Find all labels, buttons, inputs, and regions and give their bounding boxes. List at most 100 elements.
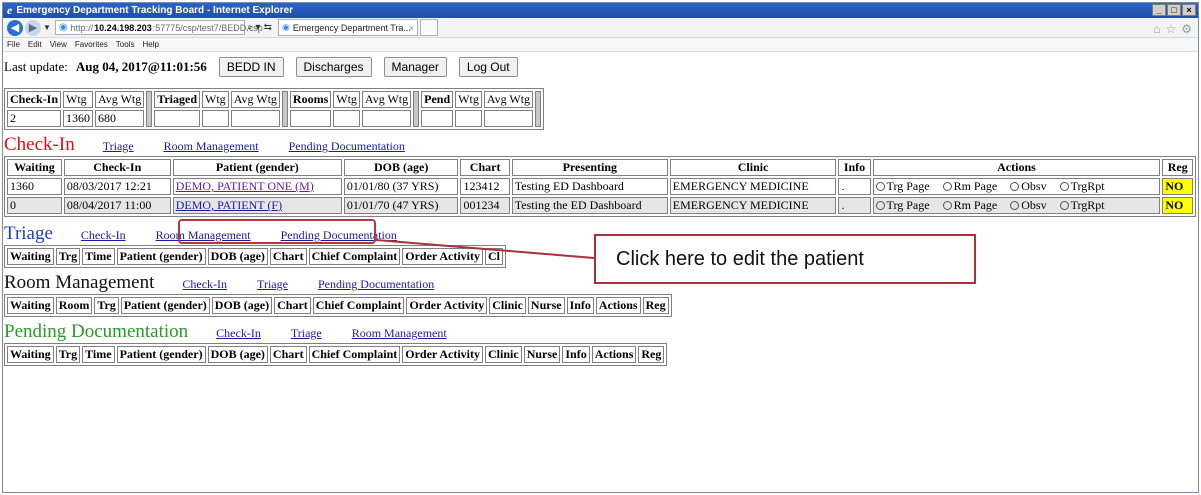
- column-header: Waiting: [7, 297, 54, 314]
- action-rm-page[interactable]: Rm Page: [942, 198, 1003, 212]
- patient-cell: DEMO, PATIENT ONE (M): [172, 178, 342, 195]
- column-header: Trg: [55, 248, 81, 265]
- column-header: Chief Complaint: [308, 346, 401, 363]
- link-triage[interactable]: Triage: [291, 326, 322, 341]
- favorites-star-icon[interactable]: ☆: [1165, 22, 1176, 37]
- pending-section-header: Pending Documentation Check-In Triage Ro…: [4, 321, 1194, 343]
- summary-cell: [202, 110, 229, 127]
- summary-divider: [146, 91, 153, 127]
- column-header: Actions: [591, 346, 637, 363]
- history-dropdown-icon[interactable]: ▼: [43, 23, 51, 32]
- column-header: Order Activity: [402, 346, 484, 363]
- window-title: Emergency Department Tracking Board - In…: [16, 5, 294, 16]
- forward-icon[interactable]: ▶: [25, 19, 41, 36]
- column-header: Check-In: [63, 159, 171, 176]
- discharges-button[interactable]: Discharges: [295, 57, 372, 77]
- link-check-in[interactable]: Check-In: [216, 326, 261, 341]
- summary-header: Avg Wtg: [361, 91, 412, 108]
- menu-help[interactable]: Help: [142, 40, 158, 49]
- last-update-label: Last update:: [4, 59, 68, 74]
- menu-file[interactable]: File: [7, 40, 20, 49]
- browser-tab[interactable]: ◉ Emergency Department Tra... ×: [277, 19, 418, 36]
- clinic-cell: EMERGENCY MEDICINE: [669, 197, 837, 214]
- link-check-in[interactable]: Check-In: [81, 228, 126, 243]
- summary-header: Pend: [421, 91, 454, 108]
- column-header: Time: [82, 248, 115, 265]
- summary-divider: [413, 91, 420, 127]
- action-trgrpt[interactable]: TrgRpt: [1059, 179, 1110, 193]
- minimize-icon[interactable]: _: [1152, 4, 1166, 16]
- summary-header: Avg Wtg: [230, 91, 280, 108]
- home-icon[interactable]: ⌂: [1153, 22, 1160, 37]
- table-header-row: Waiting Trg Time Patient (gender) DOB (a…: [7, 248, 504, 265]
- column-header: Clinic: [489, 297, 526, 314]
- link-pending-documentation[interactable]: Pending Documentation: [289, 139, 405, 154]
- summary-cell: [154, 110, 201, 127]
- menu-tools[interactable]: Tools: [116, 40, 135, 49]
- ie-logo-icon: e: [7, 3, 13, 17]
- column-header: Chart: [460, 159, 510, 176]
- actions-cell: Trg Page Rm Page Obsv TrgRpt: [872, 178, 1161, 195]
- link-pending-documentation[interactable]: Pending Documentation: [318, 277, 434, 292]
- menu-favorites[interactable]: Favorites: [75, 40, 108, 49]
- compat-view-icon[interactable]: ⇆: [264, 22, 272, 33]
- column-header: Reg: [642, 297, 669, 314]
- summary-header: Avg Wtg: [95, 91, 145, 108]
- patient-link[interactable]: DEMO, PATIENT ONE (M): [176, 179, 314, 193]
- radio-icon: [942, 182, 952, 191]
- room-title: Room Management: [4, 272, 155, 293]
- action-obsv[interactable]: Obsv: [1010, 198, 1051, 212]
- column-header: Actions: [872, 159, 1161, 176]
- checkin-section-header: Check-In Triage Room Management Pending …: [4, 134, 1194, 156]
- waiting-cell: 0: [7, 197, 62, 214]
- action-trg-page[interactable]: Trg Page: [875, 179, 935, 193]
- log-out-button[interactable]: Log Out: [458, 57, 518, 77]
- summary-cell: [289, 110, 332, 127]
- clinic-cell: EMERGENCY MEDICINE: [669, 178, 837, 195]
- link-triage[interactable]: Triage: [103, 139, 134, 154]
- action-trg-page[interactable]: Trg Page: [875, 198, 935, 212]
- annotation-callout: Click here to edit the patient: [594, 234, 976, 284]
- link-room-management[interactable]: Room Management: [352, 326, 447, 341]
- info-cell[interactable]: .: [838, 178, 871, 195]
- menu-edit[interactable]: Edit: [28, 40, 42, 49]
- settings-gear-icon[interactable]: ⚙: [1181, 22, 1192, 37]
- summary-cell: 680: [95, 110, 145, 127]
- presenting-cell: Testing ED Dashboard: [511, 178, 668, 195]
- summary-cell: [230, 110, 280, 127]
- tab-close-icon[interactable]: ×: [409, 23, 414, 33]
- new-tab-button[interactable]: [419, 19, 438, 36]
- link-room-management[interactable]: Room Management: [164, 139, 259, 154]
- radio-icon: [1010, 201, 1020, 210]
- patient-link[interactable]: DEMO, PATIENT (F): [176, 198, 282, 212]
- close-icon[interactable]: ×: [1182, 4, 1196, 16]
- top-toolbar: Last update: Aug 04, 2017@11:01:56 BEDD …: [4, 52, 1194, 82]
- bedd-in-button[interactable]: BEDD IN: [218, 57, 284, 77]
- back-icon[interactable]: ◀: [7, 19, 23, 36]
- column-header: Nurse: [527, 297, 565, 314]
- page-content: Last update: Aug 04, 2017@11:01:56 BEDD …: [4, 52, 1196, 366]
- menu-view[interactable]: View: [50, 40, 67, 49]
- restore-icon[interactable]: □: [1167, 4, 1181, 16]
- column-header: Chief Complaint: [308, 248, 401, 265]
- title-bar: e Emergency Department Tracking Board - …: [3, 3, 1198, 18]
- manager-button[interactable]: Manager: [383, 57, 447, 77]
- address-bar[interactable]: ◉ http://10.24.198.203:57775/csp/test7/B…: [54, 20, 263, 35]
- column-header: Waiting: [7, 159, 62, 176]
- link-triage[interactable]: Triage: [257, 277, 288, 292]
- column-header: Nurse: [523, 346, 561, 363]
- search-icon[interactable]: ⌕: [247, 22, 253, 33]
- info-cell[interactable]: .: [838, 197, 871, 214]
- link-check-in[interactable]: Check-In: [182, 277, 227, 292]
- address-toolbar: ◀ ▶ ▼ ◉ http://10.24.198.203:57775/csp/t…: [3, 18, 1198, 38]
- action-trgrpt[interactable]: TrgRpt: [1059, 198, 1110, 212]
- column-header: Order Activity: [402, 248, 484, 265]
- action-obsv[interactable]: Obsv: [1010, 179, 1051, 193]
- column-header: Trg: [94, 297, 119, 314]
- search-dropdown-icon[interactable]: ▾: [256, 22, 261, 33]
- summary-header: Avg Wtg: [483, 91, 534, 108]
- action-rm-page[interactable]: Rm Page: [942, 179, 1003, 193]
- summary-header: Wtg: [202, 91, 229, 108]
- column-header: Order Activity: [406, 297, 488, 314]
- summary-cell: [333, 110, 360, 127]
